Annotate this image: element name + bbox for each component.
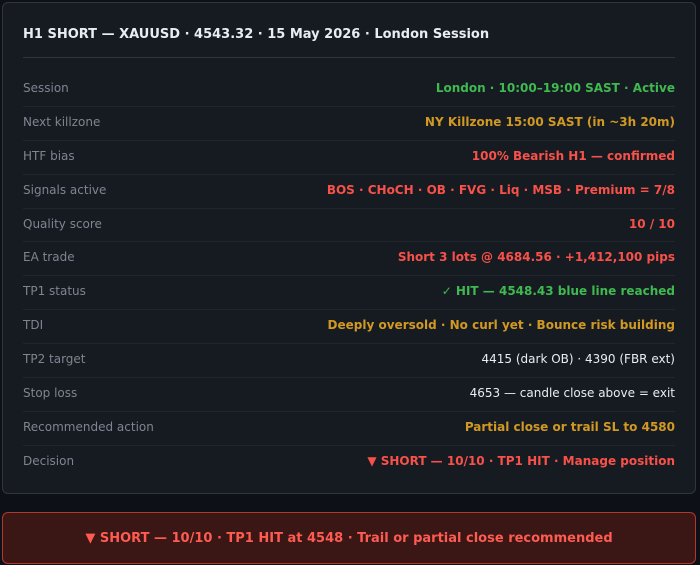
row-value: Deeply oversold · No curl yet · Bounce r…: [327, 318, 675, 333]
row-label: Stop loss: [23, 386, 78, 401]
signal-panel: H1 SHORT — XAUUSD · 4543.32 · 15 May 202…: [2, 2, 696, 494]
signal-rows: Session London · 10:00–19:00 SAST · Acti…: [23, 73, 675, 480]
row-label: TDI: [23, 318, 44, 333]
row-value: 4653 — candle close above = exit: [469, 386, 675, 401]
decision-banner: ▼ SHORT — 10/10 · TP1 HIT at 4548 · Trai…: [2, 512, 696, 564]
row-value: ✓ HIT — 4548.43 blue line reached: [441, 284, 675, 299]
row-value: NY Killzone 15:00 SAST (in ~3h 20m): [424, 114, 675, 129]
row-value: BOS · CHoCH · OB · FVG · Liq · MSB · Pre…: [326, 182, 675, 197]
row-value: 10 / 10: [628, 216, 675, 231]
title-divider: [23, 57, 675, 58]
banner-text: ▼ SHORT — 10/10 · TP1 HIT at 4548 · Trai…: [85, 530, 613, 546]
row-label: TP2 target: [23, 352, 86, 367]
row-label: Session: [23, 81, 69, 95]
row-value: 4415 (dark OB) · 4390 (FBR ext): [481, 352, 676, 367]
panel-title: H1 SHORT — XAUUSD · 4543.32 · 15 May 202…: [23, 27, 490, 42]
row-htf-bias: HTF bias 100% Bearish H1 — confirmed: [23, 141, 675, 175]
row-label: Signals active: [23, 182, 107, 197]
row-label: Decision: [23, 453, 75, 468]
row-decision: Decision ▼ SHORT — 10/10 · TP1 HIT · Man…: [23, 446, 675, 480]
row-label: Recommended action: [23, 419, 154, 434]
row-label: EA trade: [23, 250, 75, 265]
row-quality-score: Quality score 10 / 10: [23, 209, 675, 243]
row-ea-trade: EA trade Short 3 lots @ 4684.56 · +1,412…: [23, 242, 675, 277]
row-value: 100% Bearish H1 — confirmed: [471, 148, 675, 163]
row-value: Partial close or trail SL to 4580: [464, 419, 675, 434]
row-session: Session London · 10:00–19:00 SAST · Acti…: [23, 73, 675, 107]
row-label: Next killzone: [23, 114, 101, 129]
row-tp2-target: TP2 target 4415 (dark OB) · 4390 (FBR ex…: [23, 344, 676, 379]
row-next-killzone: Next killzone NY Killzone 15:00 SAST (in…: [23, 107, 675, 141]
row-value: ▼ SHORT — 10/10 · TP1 HIT · Manage posit…: [367, 453, 675, 468]
row-label: TP1 status: [23, 284, 86, 299]
row-tdi: TDI Deeply oversold · No curl yet · Boun…: [23, 310, 675, 345]
row-label: HTF bias: [23, 148, 75, 163]
row-value: Short 3 lots @ 4684.56 · +1,412,100 pips: [397, 250, 675, 265]
row-tp1-status: TP1 status ✓ HIT — 4548.43 blue line rea…: [23, 276, 675, 311]
row-recommended-action: Recommended action Partial close or trai…: [23, 412, 675, 446]
row-value: London · 10:00–19:00 SAST · Active: [435, 81, 675, 95]
row-signals-active: Signals active BOS · CHoCH · OB · FVG · …: [23, 175, 675, 209]
row-label: Quality score: [23, 216, 102, 231]
row-stop-loss: Stop loss 4653 — candle close above = ex…: [23, 378, 675, 412]
